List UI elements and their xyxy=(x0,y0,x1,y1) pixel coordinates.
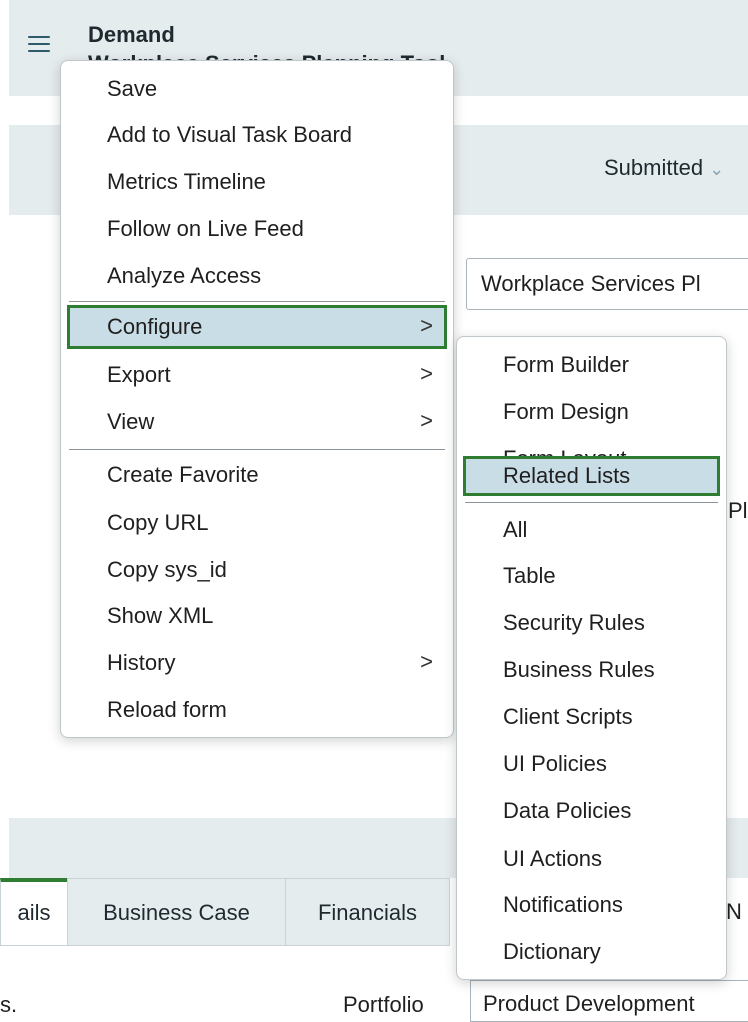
submenu-item-security-rules[interactable]: Security Rules xyxy=(457,601,726,645)
submenu-item-notifications[interactable]: Notifications xyxy=(457,883,726,927)
menu-item-create-favorite[interactable]: Create Favorite xyxy=(61,453,453,497)
chevron-right-icon: > xyxy=(420,361,433,386)
submenu-item-data-policies[interactable]: Data Policies xyxy=(457,789,726,833)
submenu-item-ui-policies[interactable]: UI Policies xyxy=(457,742,726,786)
submenu-item-dictionary[interactable]: Dictionary xyxy=(457,930,726,974)
left-gutter xyxy=(0,0,9,1013)
chevron-right-icon: > xyxy=(420,313,433,338)
chevron-right-icon: > xyxy=(420,649,433,674)
portfolio-field[interactable]: Product Development xyxy=(470,980,748,1022)
name-field-value: Workplace Services Pl xyxy=(481,271,701,296)
chevron-down-icon: ⌄ xyxy=(709,159,725,179)
tab-stub: N xyxy=(726,899,742,924)
chevron-right-icon: > xyxy=(420,408,433,433)
name-field[interactable]: Workplace Services Pl xyxy=(466,258,748,310)
submenu-item-form-builder[interactable]: Form Builder xyxy=(457,343,726,387)
hamburger-icon[interactable] xyxy=(28,36,50,52)
tab-financials[interactable]: Financials xyxy=(285,878,450,946)
left-stub: s. xyxy=(0,992,18,1017)
menu-item-metrics-timeline[interactable]: Metrics Timeline xyxy=(61,160,453,204)
state-select[interactable]: Submitted ⌄ xyxy=(604,155,724,181)
menu-item-view[interactable]: View > xyxy=(61,400,453,444)
submenu-divider xyxy=(465,502,718,503)
configure-submenu: Form Builder Form Design Form Layout Rel… xyxy=(456,336,727,980)
menu-item-history[interactable]: History > xyxy=(61,641,453,685)
menu-item-configure[interactable]: Configure > xyxy=(67,305,447,349)
menu-item-copy-sys-id[interactable]: Copy sys_id xyxy=(61,548,453,592)
menu-item-analyze-access[interactable]: Analyze Access xyxy=(61,254,453,298)
menu-divider xyxy=(69,301,445,302)
tab-business-case[interactable]: Business Case xyxy=(67,878,286,946)
submenu-item-ui-actions[interactable]: UI Actions xyxy=(457,837,726,881)
menu-item-export[interactable]: Export > xyxy=(61,353,453,397)
portfolio-value: Product Development xyxy=(483,991,695,1016)
menu-item-show-xml[interactable]: Show XML xyxy=(61,594,453,638)
menu-divider xyxy=(69,449,445,450)
field-stub: Pl xyxy=(728,498,748,523)
submenu-item-form-design[interactable]: Form Design xyxy=(457,390,726,434)
menu-item-add-to-visual-task-board[interactable]: Add to Visual Task Board xyxy=(61,113,453,157)
state-value: Submitted xyxy=(604,155,704,180)
context-menu: Save Add to Visual Task Board Metrics Ti… xyxy=(60,60,454,738)
submenu-item-related-lists[interactable]: Related Lists xyxy=(463,456,720,496)
page-title-line1: Demand xyxy=(88,22,175,47)
submenu-item-client-scripts[interactable]: Client Scripts xyxy=(457,695,726,739)
tab-details[interactable]: ails xyxy=(0,878,68,946)
submenu-item-business-rules[interactable]: Business Rules xyxy=(457,648,726,692)
menu-item-copy-url[interactable]: Copy URL xyxy=(61,501,453,545)
menu-item-follow-on-live-feed[interactable]: Follow on Live Feed xyxy=(61,207,453,251)
menu-item-reload-form[interactable]: Reload form xyxy=(61,688,453,732)
portfolio-label: Portfolio xyxy=(343,992,424,1017)
menu-item-save[interactable]: Save xyxy=(61,67,453,111)
submenu-item-all[interactable]: All xyxy=(457,508,726,552)
submenu-item-table[interactable]: Table xyxy=(457,554,726,598)
